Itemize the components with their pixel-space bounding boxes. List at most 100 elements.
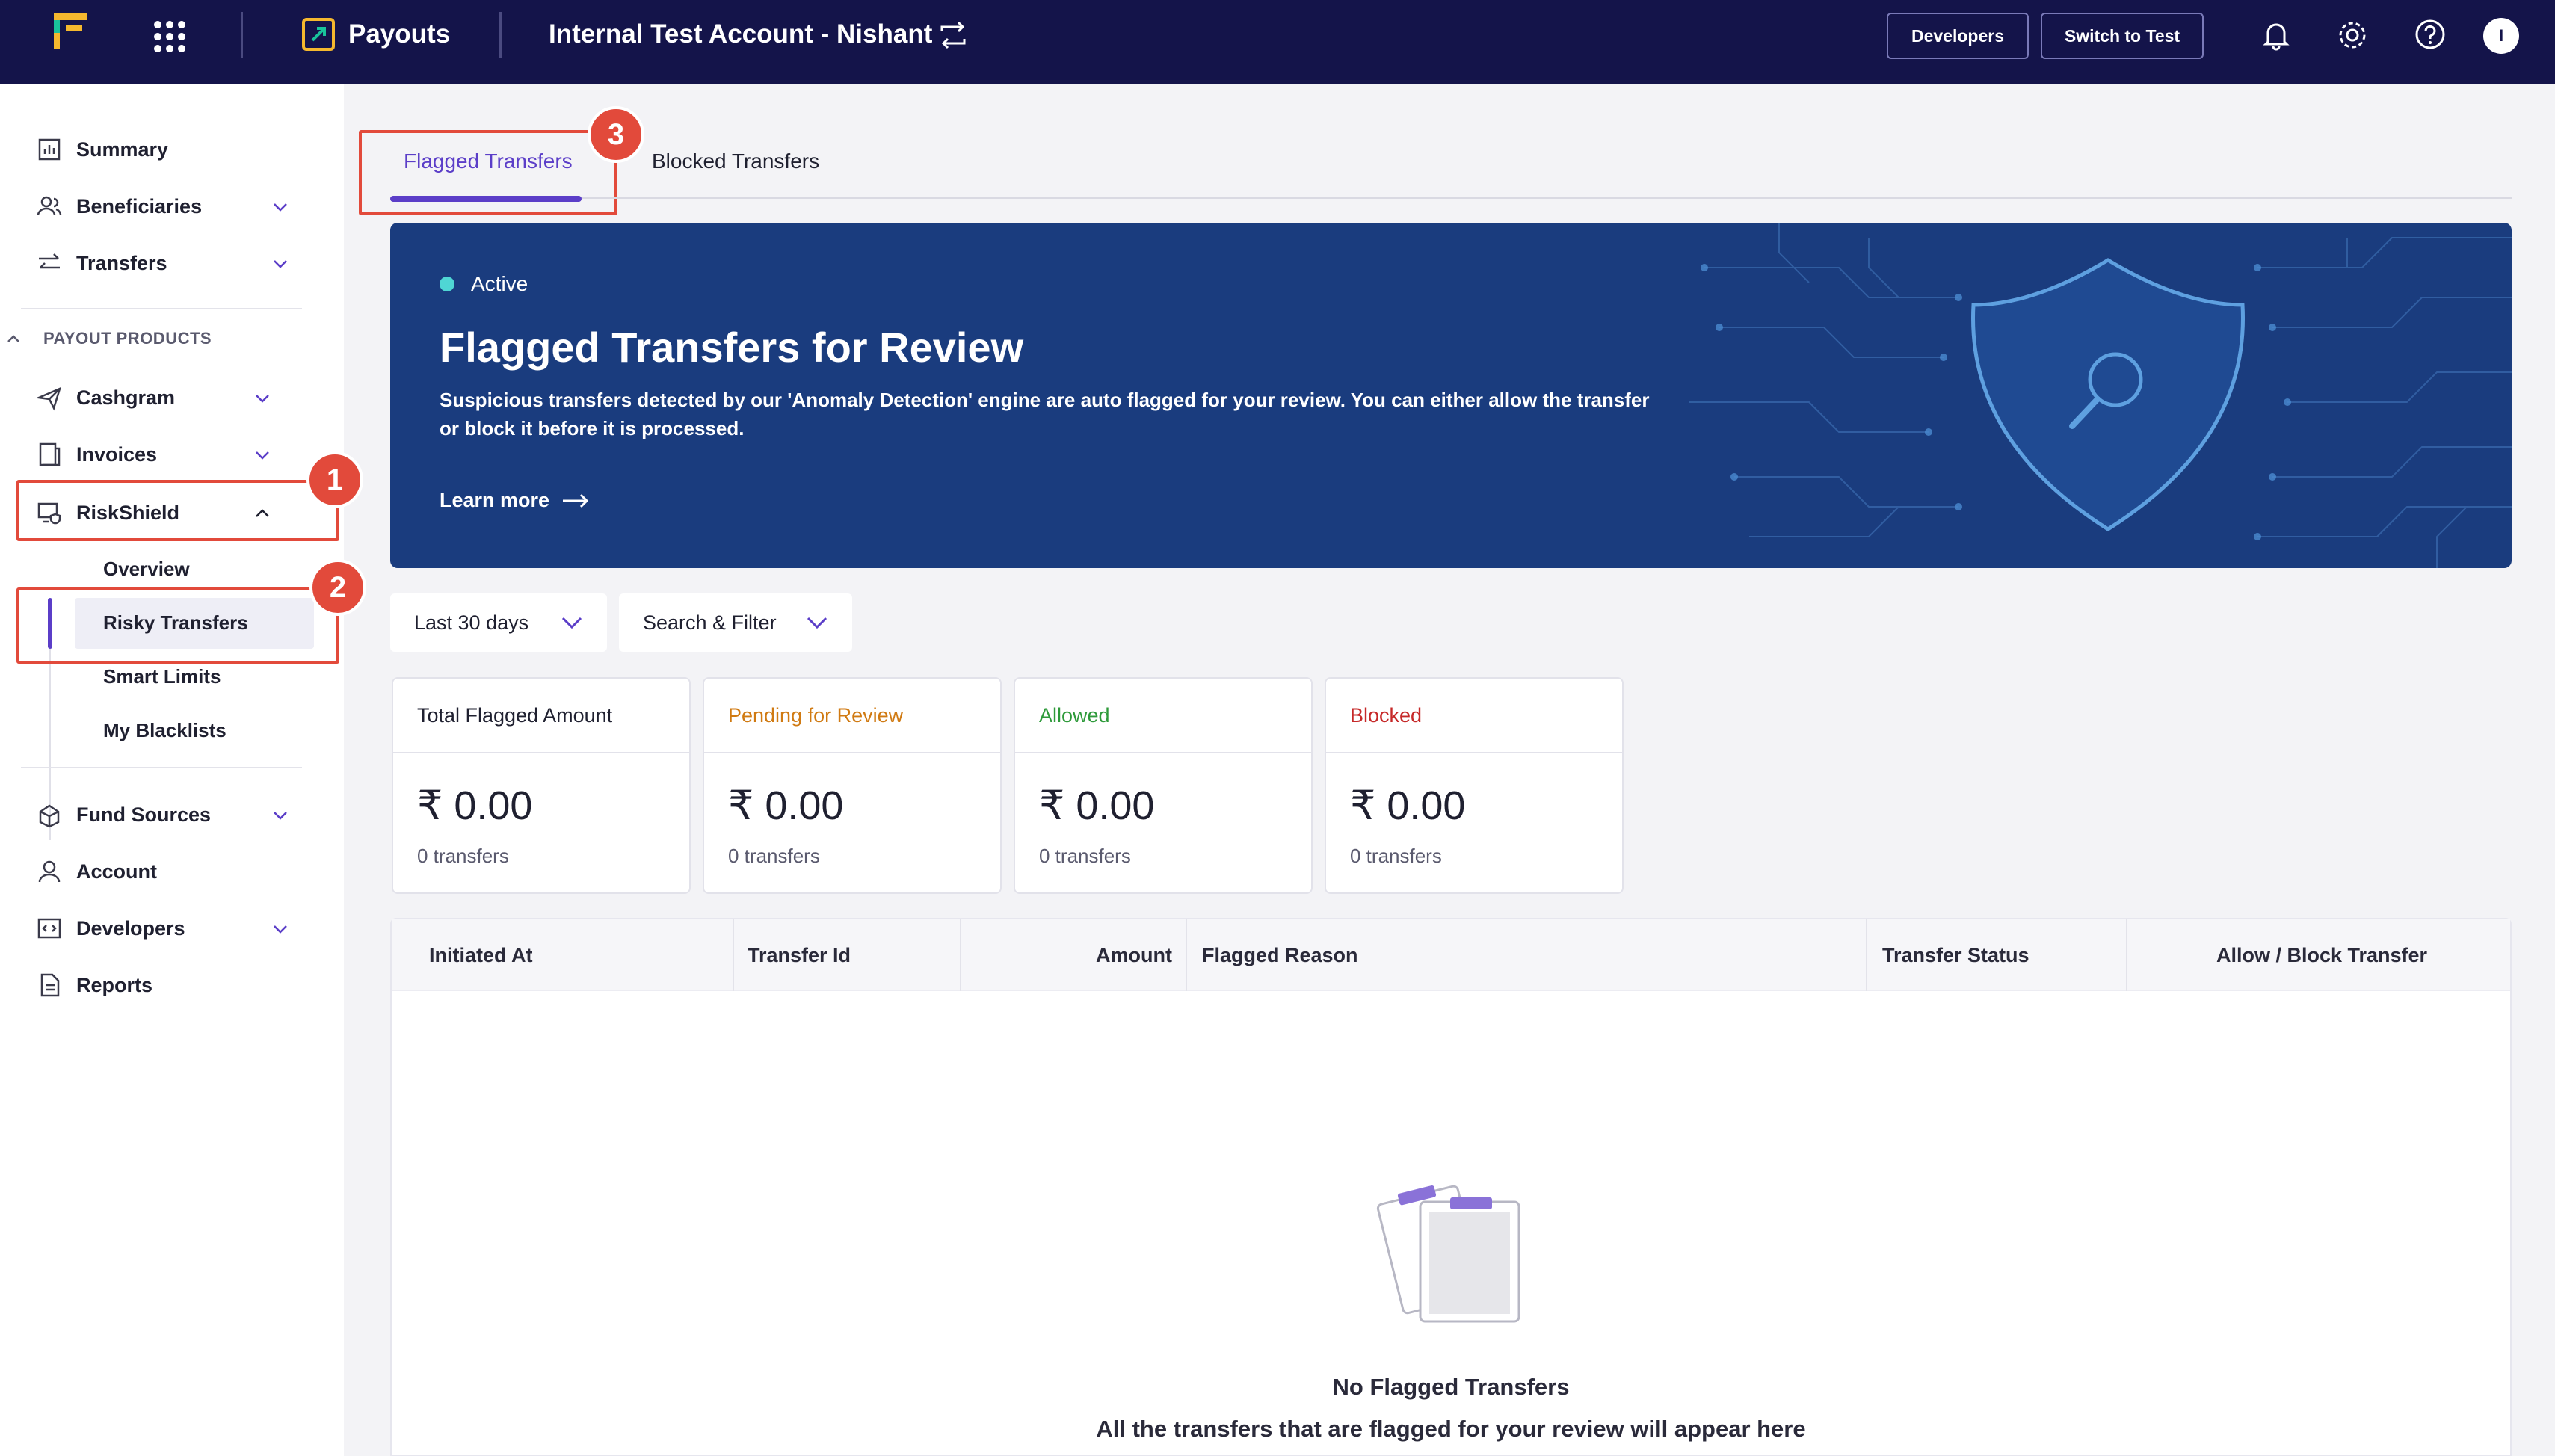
column-header[interactable]: Transfer Status	[1882, 919, 2029, 991]
sidebar-item-fund-sources[interactable]: Fund Sources	[36, 797, 211, 833]
tab-blocked-transfers[interactable]: Blocked Transfers	[652, 149, 819, 173]
sidebar-item-label: Cashgram	[76, 386, 176, 409]
search-filter-label: Search & Filter	[643, 611, 777, 634]
status-indicator: Active	[440, 272, 528, 296]
chevron-up-icon	[7, 335, 19, 342]
empty-state-subtitle: All the transfers that are flagged for y…	[1096, 1416, 1806, 1442]
column-header[interactable]: Amount	[960, 919, 1172, 991]
active-tab-indicator	[390, 196, 582, 202]
stat-card-allowed: Allowed ₹ 0.00 0 transfers	[1014, 677, 1313, 894]
annotation-box-2	[16, 587, 339, 664]
shield-circuit-illustration	[1689, 223, 2512, 568]
stat-card-blocked: Blocked ₹ 0.00 0 transfers	[1325, 677, 1624, 894]
stat-label: Total Flagged Amount	[393, 679, 689, 753]
column-header[interactable]: Allow / Block Transfer	[2127, 919, 2516, 991]
chevron-down-icon	[807, 617, 827, 629]
status-dot-icon	[440, 277, 454, 291]
sidebar-item-summary[interactable]: Summary	[36, 132, 168, 167]
stat-count: 0 transfers	[1350, 845, 1442, 867]
tab-baseline	[390, 197, 2512, 199]
sidebar-item-account[interactable]: Account	[36, 854, 157, 889]
chevron-down-icon[interactable]	[253, 445, 272, 465]
sidebar-item-invoices[interactable]: Invoices	[36, 437, 157, 472]
send-icon	[36, 386, 61, 411]
chevron-down-icon	[561, 617, 582, 629]
stat-count: 0 transfers	[417, 845, 509, 867]
help-icon[interactable]	[2413, 18, 2447, 52]
sidebar-item-my-blacklists[interactable]: My Blacklists	[103, 719, 226, 742]
divider	[499, 12, 502, 58]
sidebar-item-developers[interactable]: Developers	[36, 910, 185, 946]
sidebar-item-label: Fund Sources	[76, 803, 212, 826]
annotation-badge-3: 3	[588, 106, 644, 163]
app-name[interactable]: Payouts	[348, 19, 450, 49]
sidebar-item-label: Developers	[76, 916, 185, 940]
top-bar: Payouts Internal Test Account - Nishant …	[0, 0, 2555, 84]
annotation-badge-2: 2	[309, 559, 366, 616]
app-switcher-icon[interactable]	[154, 21, 185, 52]
table-header: Initiated At Transfer Id Amount Flagged …	[392, 919, 2510, 991]
users-icon	[37, 196, 62, 216]
transfer-icon	[39, 253, 60, 269]
sidebar-item-beneficiaries[interactable]: Beneficiaries	[36, 188, 202, 224]
status-text: Active	[471, 272, 528, 295]
tab-flagged-transfers[interactable]: Flagged Transfers	[404, 149, 573, 173]
divider	[21, 767, 302, 768]
search-filter-dropdown[interactable]: Search & Filter	[619, 593, 852, 652]
account-name: Internal Test Account - Nishant	[549, 19, 933, 49]
chevron-down-icon[interactable]	[271, 254, 290, 274]
divider	[21, 308, 302, 309]
stat-label: Allowed	[1015, 679, 1311, 753]
sidebar-item-label: Summary	[76, 138, 169, 161]
stat-card-total-flagged: Total Flagged Amount ₹ 0.00 0 transfers	[392, 677, 691, 894]
invoice-icon	[39, 442, 61, 466]
empty-clipboard-icon	[1376, 1185, 1520, 1323]
learn-more-link[interactable]: Learn more	[440, 489, 591, 512]
sidebar-item-label: Beneficiaries	[76, 194, 203, 218]
learn-more-label: Learn more	[440, 489, 550, 511]
stat-label: Blocked	[1326, 679, 1622, 753]
stat-value: ₹ 0.00	[1039, 783, 1155, 828]
stat-count: 0 transfers	[728, 845, 820, 867]
sidebar-item-label: Transfers	[76, 251, 167, 274]
code-icon	[37, 918, 61, 939]
avatar[interactable]: I	[2483, 18, 2519, 54]
payouts-icon	[302, 18, 335, 51]
bell-icon[interactable]	[2259, 18, 2293, 52]
switch-to-test-button[interactable]: Switch to Test	[2041, 13, 2204, 59]
report-icon	[40, 973, 60, 997]
chevron-down-icon[interactable]	[271, 919, 290, 939]
section-payout-products[interactable]: PAYOUT PRODUCTS	[6, 329, 212, 348]
column-header[interactable]: Flagged Reason	[1202, 919, 1358, 991]
date-range-label: Last 30 days	[414, 611, 529, 634]
switch-account-icon[interactable]	[937, 19, 969, 51]
stat-value: ₹ 0.00	[1350, 783, 1466, 828]
arrow-right-icon	[563, 493, 589, 508]
gear-icon[interactable]	[2335, 18, 2370, 52]
sidebar-item-label: Reports	[76, 973, 153, 996]
sidebar-item-smart-limits[interactable]: Smart Limits	[103, 665, 221, 688]
sidebar-item-overview[interactable]: Overview	[103, 558, 190, 581]
empty-state-title: No Flagged Transfers	[1332, 1374, 1570, 1400]
annotation-badge-1: 1	[306, 451, 363, 508]
user-icon	[38, 860, 61, 883]
chevron-down-icon[interactable]	[271, 197, 290, 217]
sidebar-item-cashgram[interactable]: Cashgram	[36, 380, 175, 416]
stat-value: ₹ 0.00	[417, 783, 533, 828]
sidebar-item-reports[interactable]: Reports	[36, 967, 152, 1003]
section-label: PAYOUT PRODUCTS	[43, 329, 212, 348]
sidebar-item-transfers[interactable]: Transfers	[36, 245, 167, 281]
chart-icon	[38, 138, 61, 161]
chevron-down-icon[interactable]	[271, 806, 290, 825]
stat-label: Pending for Review	[704, 679, 1000, 753]
chevron-down-icon[interactable]	[253, 389, 272, 408]
column-divider	[733, 919, 734, 991]
stat-count: 0 transfers	[1039, 845, 1131, 867]
cashfree-logo[interactable]	[48, 10, 93, 55]
column-header[interactable]: Initiated At	[429, 919, 533, 991]
developers-button[interactable]: Developers	[1887, 13, 2029, 59]
column-divider	[1866, 919, 1867, 991]
column-header[interactable]: Transfer Id	[748, 919, 851, 991]
banner-title: Flagged Transfers for Review	[440, 324, 1024, 371]
date-range-dropdown[interactable]: Last 30 days	[390, 593, 607, 652]
